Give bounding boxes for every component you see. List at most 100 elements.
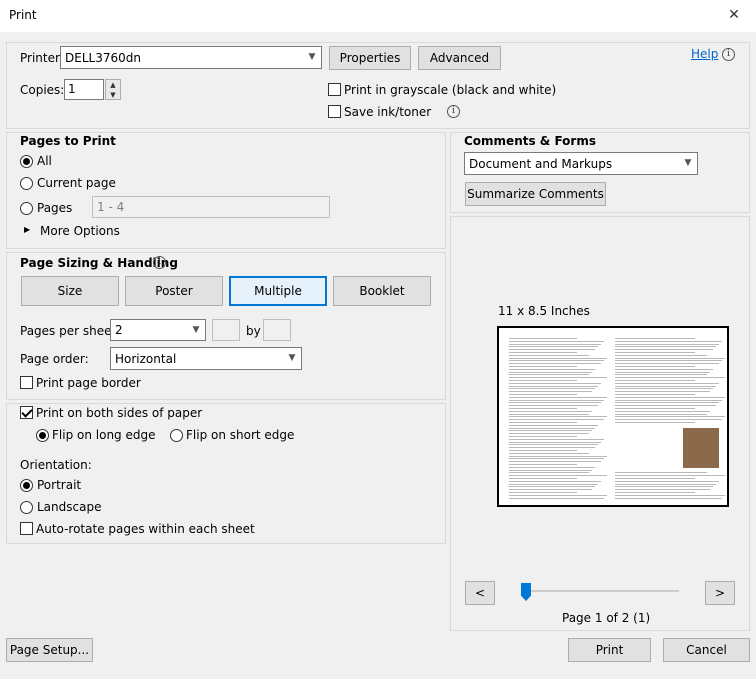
preview-text-line — [509, 441, 601, 443]
properties-button[interactable]: Properties — [329, 46, 411, 70]
landscape-radio[interactable] — [20, 501, 33, 514]
preview-text-line — [615, 396, 725, 398]
save-ink-checkbox[interactable] — [328, 105, 341, 118]
preview-text-line — [509, 480, 601, 482]
rows-input[interactable] — [263, 319, 291, 341]
print-border-checkbox[interactable] — [20, 376, 33, 389]
preview-text-line — [509, 413, 589, 415]
auto-rotate-checkbox[interactable] — [20, 522, 33, 535]
cancel-button[interactable]: Cancel — [663, 638, 750, 662]
page-slider-track[interactable] — [522, 590, 679, 592]
preview-text-line — [615, 368, 713, 370]
preview-text-line — [615, 354, 707, 356]
booklet-tab[interactable]: Booklet — [333, 276, 431, 306]
advanced-button[interactable]: Advanced — [418, 46, 501, 70]
preview-text-line — [615, 343, 719, 345]
poster-tab[interactable]: Poster — [125, 276, 223, 306]
multiple-tab[interactable]: Multiple — [229, 276, 327, 306]
chevron-down-icon: ▼ — [308, 52, 316, 62]
page-order-label: Page order: — [20, 352, 89, 366]
grayscale-label: Print in grayscale (black and white) — [344, 83, 557, 97]
preview-text-line — [509, 494, 607, 496]
preview-text-line — [509, 377, 607, 379]
pages-range-radio[interactable] — [20, 202, 33, 215]
preview-text-line — [615, 416, 725, 418]
preview-text-line — [509, 469, 592, 471]
preview-text-line — [509, 455, 607, 457]
both-sides-checkbox[interactable] — [20, 406, 33, 419]
both-sides-label: Print on both sides of paper — [36, 406, 203, 420]
sizing-info-icon[interactable]: i — [153, 256, 166, 269]
expand-triangle-icon[interactable]: ▶ — [24, 225, 30, 234]
preview-text-line — [509, 452, 589, 454]
preview-text-line — [615, 478, 695, 479]
preview-text-line — [615, 492, 695, 493]
prev-page-button[interactable]: < — [465, 581, 495, 605]
size-tab[interactable]: Size — [21, 276, 119, 306]
preview-text-line — [509, 338, 577, 339]
grayscale-checkbox[interactable] — [328, 83, 341, 96]
summarize-comments-button[interactable]: Summarize Comments — [465, 182, 606, 206]
comments-forms-select[interactable]: Document and Markups ▼ — [464, 152, 698, 175]
print-button[interactable]: Print — [568, 638, 651, 662]
preview-text-line — [615, 408, 695, 409]
help-link[interactable]: Help — [691, 47, 718, 61]
preview-text-line — [509, 433, 589, 435]
preview-text-line — [615, 405, 716, 407]
preview-text-line — [509, 354, 589, 356]
preview-text-line — [509, 340, 604, 342]
printer-label: Printer: — [20, 51, 64, 65]
columns-input[interactable] — [212, 319, 240, 341]
portrait-radio[interactable] — [20, 479, 33, 492]
preview-text-line — [615, 380, 695, 381]
long-edge-label: Flip on long edge — [52, 428, 156, 442]
copies-stepper[interactable]: ▲ ▼ — [105, 79, 121, 100]
preview-text-line — [509, 447, 595, 449]
page-setup-button[interactable]: Page Setup... — [6, 638, 93, 662]
preview-text-line — [509, 489, 592, 491]
long-edge-radio[interactable] — [36, 429, 49, 442]
help-info-icon[interactable]: i — [722, 48, 735, 61]
copies-label: Copies: — [20, 83, 65, 97]
preview-text-line — [509, 466, 595, 468]
copies-input[interactable]: 1 — [64, 79, 104, 100]
pages-range-label: Pages — [37, 201, 73, 215]
page-order-select[interactable]: Horizontal ▼ — [110, 347, 302, 370]
preview-text-line — [509, 424, 598, 426]
save-ink-info-icon[interactable]: i — [447, 105, 460, 118]
page-order-value: Horizontal — [115, 351, 177, 366]
all-pages-radio[interactable] — [20, 155, 33, 168]
preview-text-line — [615, 360, 722, 362]
short-edge-radio[interactable] — [170, 429, 183, 442]
landscape-label: Landscape — [37, 500, 102, 514]
current-page-radio[interactable] — [20, 177, 33, 190]
preview-text-line — [509, 382, 601, 384]
preview-text-line — [509, 472, 589, 474]
next-page-button[interactable]: > — [705, 581, 735, 605]
pages-range-input[interactable]: 1 - 4 — [92, 196, 330, 218]
preview-text-line — [509, 346, 598, 348]
preview-text-line — [509, 380, 577, 381]
preview-text-line — [615, 494, 725, 496]
preview-text-line — [615, 357, 725, 359]
preview-text-line — [509, 405, 598, 407]
preview-text-line — [509, 450, 577, 451]
preview-text-line — [509, 399, 604, 401]
printer-value: DELL3760dn — [65, 50, 141, 65]
preview-text-line — [509, 427, 595, 429]
preview-text-line — [509, 416, 607, 418]
preview-text-line — [615, 419, 722, 421]
preview-text-line — [615, 399, 722, 401]
close-icon[interactable]: ✕ — [712, 0, 756, 32]
preview-text-line — [615, 410, 710, 412]
pages-per-sheet-select[interactable]: 2 ▼ — [110, 319, 206, 341]
preview-text-line — [509, 360, 604, 362]
more-options-label[interactable]: More Options — [40, 224, 120, 238]
preview-text-line — [615, 352, 695, 353]
title-bar: Print ✕ — [0, 0, 756, 32]
preview-text-line — [615, 486, 713, 488]
preview-text-line — [509, 402, 601, 404]
preview-text-line — [615, 371, 710, 373]
printer-select[interactable]: DELL3760dn ▼ — [60, 46, 322, 69]
preview-text-line — [509, 422, 577, 423]
